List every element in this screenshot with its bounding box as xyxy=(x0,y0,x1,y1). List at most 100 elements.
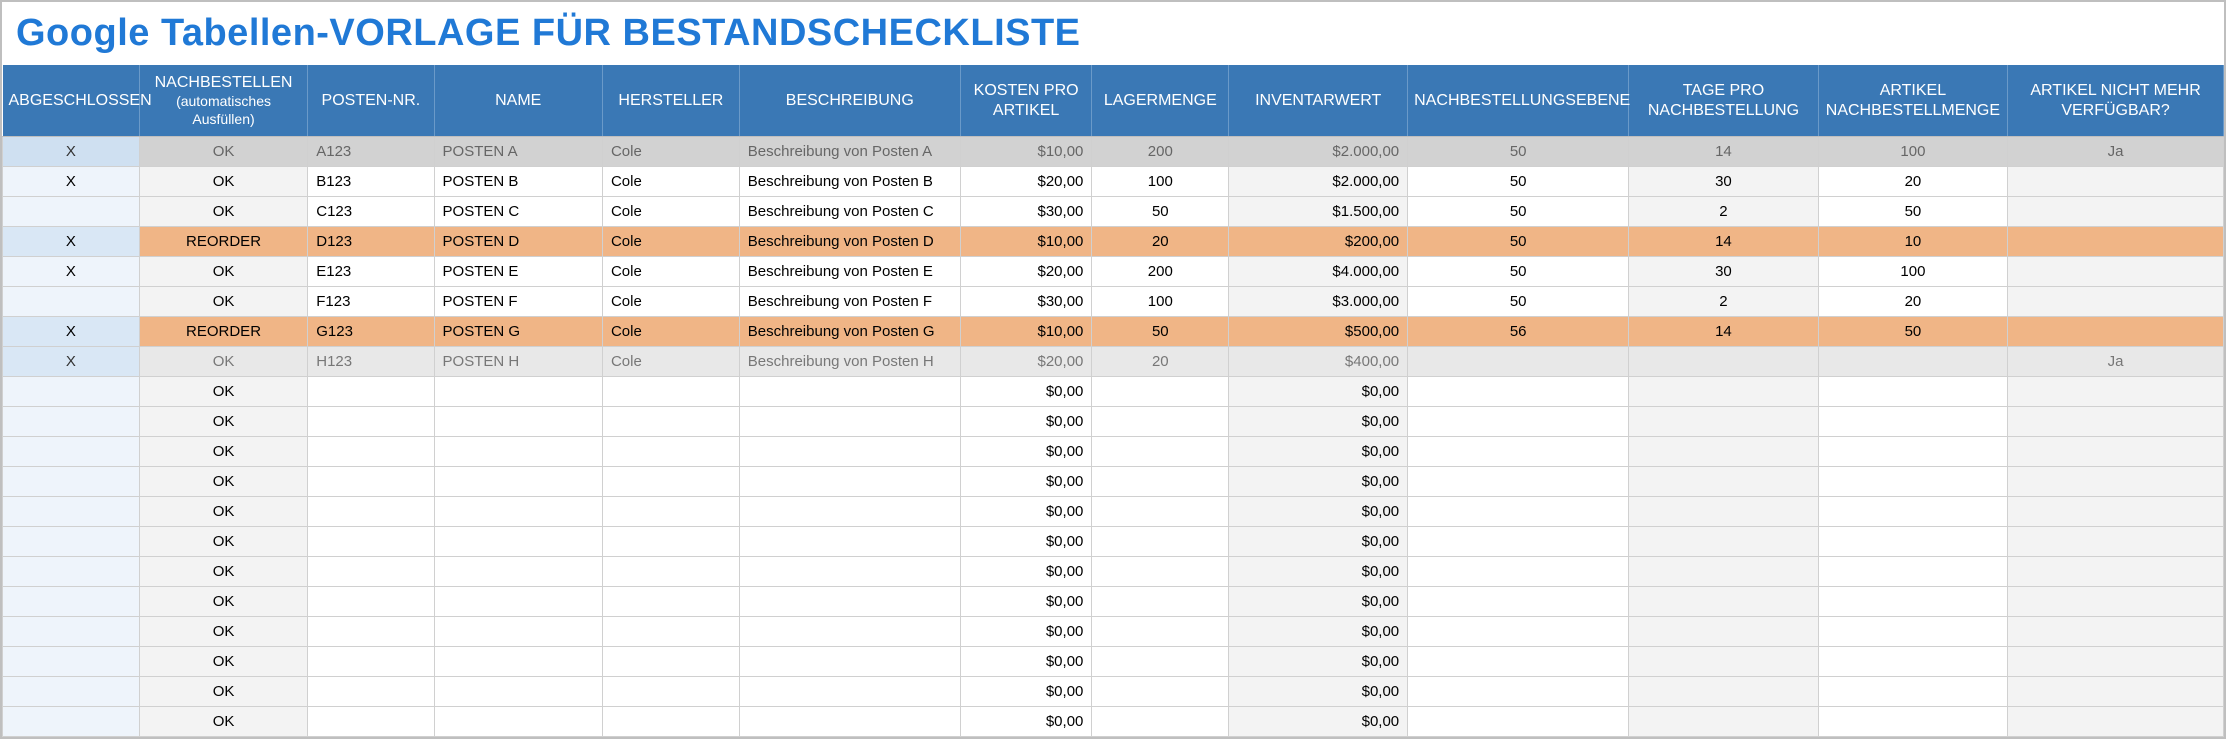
cell-name[interactable]: POSTEN C xyxy=(434,197,602,227)
col-name[interactable]: NAME xyxy=(434,65,602,137)
cell-stock[interactable]: 50 xyxy=(1092,317,1229,347)
cell-inv[interactable]: $0,00 xyxy=(1229,647,1408,677)
col-days[interactable]: TAGE PRO NACHBESTELLUNG xyxy=(1629,65,1818,137)
cell-done[interactable] xyxy=(3,467,140,497)
cell-days[interactable]: 14 xyxy=(1629,227,1818,257)
cell-name[interactable] xyxy=(434,497,602,527)
cell-reorder[interactable]: OK xyxy=(139,497,307,527)
cell-name[interactable] xyxy=(434,677,602,707)
cell-mfr[interactable] xyxy=(602,557,739,587)
cell-reorder[interactable]: OK xyxy=(139,647,307,677)
cell-reorder[interactable]: OK xyxy=(139,377,307,407)
cell-name[interactable] xyxy=(434,617,602,647)
cell-stock[interactable]: 100 xyxy=(1092,167,1229,197)
cell-name[interactable] xyxy=(434,437,602,467)
cell-item-no[interactable]: F123 xyxy=(308,287,434,317)
cell-mfr[interactable] xyxy=(602,377,739,407)
cell-inv[interactable]: $3.000,00 xyxy=(1229,287,1408,317)
cell-stock[interactable] xyxy=(1092,527,1229,557)
cell-mfr[interactable] xyxy=(602,467,739,497)
cell-desc[interactable]: Beschreibung von Posten B xyxy=(739,167,960,197)
cell-days[interactable]: 2 xyxy=(1629,197,1818,227)
cell-cost[interactable]: $0,00 xyxy=(960,377,1092,407)
cell-name[interactable] xyxy=(434,467,602,497)
cell-reolvl[interactable]: 50 xyxy=(1408,257,1629,287)
cell-desc[interactable]: Beschreibung von Posten C xyxy=(739,197,960,227)
cell-reorder[interactable]: OK xyxy=(139,437,307,467)
cell-reorder[interactable]: OK xyxy=(139,707,307,737)
cell-done[interactable] xyxy=(3,437,140,467)
cell-reorder[interactable]: OK xyxy=(139,287,307,317)
cell-reorder[interactable]: OK xyxy=(139,557,307,587)
cell-name[interactable]: POSTEN E xyxy=(434,257,602,287)
cell-stock[interactable] xyxy=(1092,677,1229,707)
cell-desc[interactable] xyxy=(739,707,960,737)
cell-days[interactable] xyxy=(1629,617,1818,647)
cell-desc[interactable]: Beschreibung von Posten A xyxy=(739,137,960,167)
cell-days[interactable] xyxy=(1629,407,1818,437)
col-desc[interactable]: BESCHREIBUNG xyxy=(739,65,960,137)
cell-inv[interactable]: $500,00 xyxy=(1229,317,1408,347)
cell-days[interactable] xyxy=(1629,587,1818,617)
cell-stock[interactable]: 200 xyxy=(1092,257,1229,287)
cell-done[interactable] xyxy=(3,497,140,527)
cell-cost[interactable]: $10,00 xyxy=(960,317,1092,347)
cell-done[interactable] xyxy=(3,617,140,647)
cell-stock[interactable] xyxy=(1092,497,1229,527)
cell-days[interactable]: 14 xyxy=(1629,137,1818,167)
cell-disc[interactable] xyxy=(2008,377,2224,407)
cell-reoqty[interactable] xyxy=(1818,617,2007,647)
cell-disc[interactable] xyxy=(2008,617,2224,647)
cell-inv[interactable]: $400,00 xyxy=(1229,347,1408,377)
cell-days[interactable] xyxy=(1629,377,1818,407)
cell-reolvl[interactable]: 50 xyxy=(1408,167,1629,197)
cell-mfr[interactable]: Cole xyxy=(602,257,739,287)
cell-cost[interactable]: $0,00 xyxy=(960,707,1092,737)
cell-mfr[interactable] xyxy=(602,437,739,467)
cell-cost[interactable]: $0,00 xyxy=(960,467,1092,497)
cell-reoqty[interactable] xyxy=(1818,707,2007,737)
cell-inv[interactable]: $0,00 xyxy=(1229,617,1408,647)
cell-disc[interactable] xyxy=(2008,167,2224,197)
cell-cost[interactable]: $0,00 xyxy=(960,437,1092,467)
cell-cost[interactable]: $0,00 xyxy=(960,617,1092,647)
cell-reorder[interactable]: OK xyxy=(139,467,307,497)
cell-item-no[interactable]: G123 xyxy=(308,317,434,347)
cell-reoqty[interactable]: 50 xyxy=(1818,197,2007,227)
col-inv[interactable]: INVENTARWERT xyxy=(1229,65,1408,137)
cell-disc[interactable] xyxy=(2008,317,2224,347)
cell-days[interactable] xyxy=(1629,467,1818,497)
cell-reolvl[interactable] xyxy=(1408,437,1629,467)
cell-item-no[interactable] xyxy=(308,557,434,587)
cell-reolvl[interactable]: 56 xyxy=(1408,317,1629,347)
cell-mfr[interactable]: Cole xyxy=(602,347,739,377)
cell-reoqty[interactable]: 50 xyxy=(1818,317,2007,347)
cell-stock[interactable]: 50 xyxy=(1092,197,1229,227)
cell-inv[interactable]: $0,00 xyxy=(1229,677,1408,707)
cell-inv[interactable]: $2.000,00 xyxy=(1229,167,1408,197)
cell-reolvl[interactable] xyxy=(1408,497,1629,527)
cell-reorder[interactable]: OK xyxy=(139,617,307,647)
cell-stock[interactable] xyxy=(1092,557,1229,587)
cell-days[interactable] xyxy=(1629,707,1818,737)
cell-stock[interactable]: 20 xyxy=(1092,227,1229,257)
col-reoqty[interactable]: ARTIKEL NACHBESTELLMENGE xyxy=(1818,65,2007,137)
cell-reorder[interactable]: OK xyxy=(139,587,307,617)
cell-cost[interactable]: $0,00 xyxy=(960,677,1092,707)
cell-inv[interactable]: $0,00 xyxy=(1229,527,1408,557)
col-mfr[interactable]: HERSTELLER xyxy=(602,65,739,137)
cell-disc[interactable] xyxy=(2008,227,2224,257)
cell-done[interactable]: X xyxy=(3,137,140,167)
cell-disc[interactable] xyxy=(2008,287,2224,317)
cell-done[interactable] xyxy=(3,647,140,677)
cell-inv[interactable]: $1.500,00 xyxy=(1229,197,1408,227)
cell-reoqty[interactable] xyxy=(1818,527,2007,557)
cell-done[interactable]: X xyxy=(3,347,140,377)
cell-item-no[interactable]: H123 xyxy=(308,347,434,377)
cell-inv[interactable]: $0,00 xyxy=(1229,557,1408,587)
cell-reorder[interactable]: OK xyxy=(139,347,307,377)
cell-reolvl[interactable] xyxy=(1408,347,1629,377)
cell-cost[interactable]: $20,00 xyxy=(960,167,1092,197)
cell-desc[interactable]: Beschreibung von Posten D xyxy=(739,227,960,257)
cell-reoqty[interactable]: 100 xyxy=(1818,137,2007,167)
